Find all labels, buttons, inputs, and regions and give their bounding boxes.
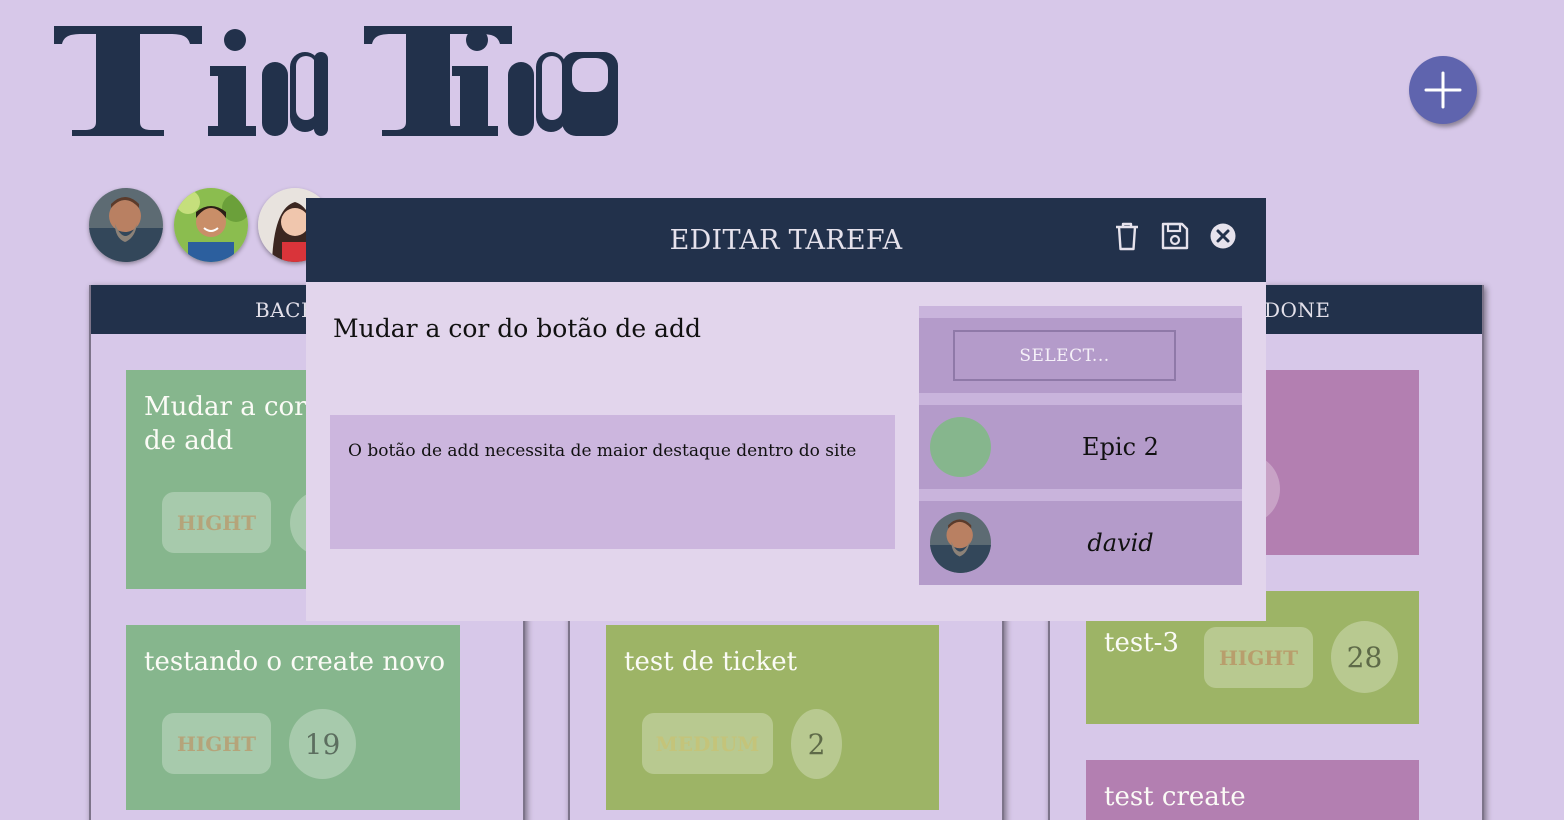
epic-select-block: SELECT... <box>919 318 1242 393</box>
edit-task-modal: EDITAR TAREFA Mudar a cor do botão de ad… <box>306 198 1266 621</box>
modal-header: EDITAR TAREFA <box>306 198 1266 282</box>
avatar-user-2[interactable] <box>174 188 248 262</box>
epic-label: Epic 2 <box>1082 433 1159 461</box>
task-card[interactable]: test de ticket MEDIUM 2 <box>606 625 939 810</box>
epic-row[interactable]: Epic 2 <box>919 405 1242 489</box>
add-task-button[interactable] <box>1409 56 1477 124</box>
priority-badge: HIGHT <box>1204 627 1313 688</box>
plus-icon <box>1424 71 1462 109</box>
assignee-avatar <box>930 512 991 573</box>
epic-select[interactable]: SELECT... <box>953 330 1176 381</box>
card-title: test de ticket <box>624 647 798 677</box>
priority-badge: HIGHT <box>162 713 271 774</box>
avatar-user-1[interactable] <box>89 188 163 262</box>
avatar-photo <box>89 188 163 262</box>
assignee-name: david <box>1087 529 1154 557</box>
task-card[interactable]: test create <box>1086 760 1419 820</box>
task-description-input[interactable]: O botão de add necessita de maior destaq… <box>330 415 895 549</box>
trash-icon[interactable] <box>1112 220 1142 252</box>
priority-badge: HIGHT <box>162 492 271 553</box>
modal-title: EDITAR TAREFA <box>669 224 903 256</box>
task-card[interactable]: testando o create novo HIGHT 19 <box>126 625 460 810</box>
close-icon[interactable] <box>1208 220 1238 252</box>
task-title-input[interactable]: Mudar a cor do botão de add <box>333 314 701 343</box>
assignee-row[interactable]: david <box>919 501 1242 585</box>
card-title: testando o create novo <box>144 647 446 677</box>
timtim-logo <box>54 26 618 136</box>
priority-badge: MEDIUM <box>642 713 773 774</box>
card-title: test create <box>1104 782 1246 812</box>
story-points-badge: 2 <box>791 709 842 779</box>
avatar-photo <box>174 188 248 262</box>
epic-color-dot <box>930 417 991 477</box>
story-points-badge: 19 <box>289 709 356 779</box>
modal-actions <box>1112 220 1238 252</box>
save-icon[interactable] <box>1160 220 1190 252</box>
task-details-panel: SELECT... Epic 2 david <box>919 306 1242 585</box>
story-points-badge: 28 <box>1331 621 1398 693</box>
card-title: test-3 <box>1104 628 1179 658</box>
